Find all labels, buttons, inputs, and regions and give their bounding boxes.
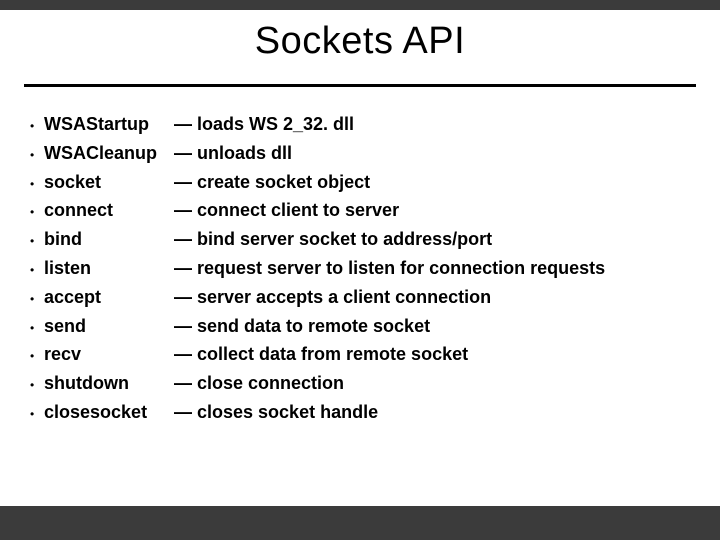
title-underline xyxy=(24,84,696,87)
list-item: •WSAStartup— loads WS 2_32. dll xyxy=(30,110,700,139)
bullet-icon: • xyxy=(30,374,44,397)
api-function-name: recv xyxy=(44,340,174,369)
api-function-name: send xyxy=(44,312,174,341)
api-function-desc: — create socket object xyxy=(174,168,700,197)
list-item: •listen— request server to listen for co… xyxy=(30,254,700,283)
api-function-desc: — close connection xyxy=(174,369,700,398)
api-function-desc: — request server to listen for connectio… xyxy=(174,254,700,283)
bullet-icon: • xyxy=(30,403,44,426)
bullet-icon: • xyxy=(30,230,44,253)
bullet-icon: • xyxy=(30,288,44,311)
bullet-icon: • xyxy=(30,317,44,340)
list-item: •recv— collect data from remote socket xyxy=(30,340,700,369)
list-item: •connect— connect client to server xyxy=(30,196,700,225)
api-function-name: bind xyxy=(44,225,174,254)
api-function-name: WSACleanup xyxy=(44,139,174,168)
content-list: •WSAStartup— loads WS 2_32. dll•WSAClean… xyxy=(30,110,700,427)
bullet-icon: • xyxy=(30,201,44,224)
api-function-desc: — closes socket handle xyxy=(174,398,700,427)
slide-title: Sockets API xyxy=(255,20,465,62)
api-function-name: accept xyxy=(44,283,174,312)
api-function-desc: — connect client to server xyxy=(174,196,700,225)
api-function-desc: — collect data from remote socket xyxy=(174,340,700,369)
list-item: •send— send data to remote socket xyxy=(30,312,700,341)
api-function-name: closesocket xyxy=(44,398,174,427)
list-item: •WSACleanup— unloads dll xyxy=(30,139,700,168)
list-item: •bind— bind server socket to address/por… xyxy=(30,225,700,254)
api-function-desc: — send data to remote socket xyxy=(174,312,700,341)
bullet-icon: • xyxy=(30,259,44,282)
bottom-bar xyxy=(0,506,720,540)
title-wrap: Sockets API xyxy=(0,20,720,63)
list-item: •shutdown— close connection xyxy=(30,369,700,398)
api-function-name: listen xyxy=(44,254,174,283)
bullet-icon: • xyxy=(30,115,44,138)
api-function-name: WSAStartup xyxy=(44,110,174,139)
bullet-icon: • xyxy=(30,345,44,368)
api-function-name: socket xyxy=(44,168,174,197)
api-function-name: shutdown xyxy=(44,369,174,398)
api-function-desc: — loads WS 2_32. dll xyxy=(174,110,700,139)
api-function-desc: — server accepts a client connection xyxy=(174,283,700,312)
api-function-desc: — unloads dll xyxy=(174,139,700,168)
list-item: •accept— server accepts a client connect… xyxy=(30,283,700,312)
slide: Sockets API •WSAStartup— loads WS 2_32. … xyxy=(0,0,720,540)
api-function-desc: — bind server socket to address/port xyxy=(174,225,700,254)
bullet-icon: • xyxy=(30,144,44,167)
top-bar xyxy=(0,0,720,10)
list-item: •closesocket— closes socket handle xyxy=(30,398,700,427)
api-function-name: connect xyxy=(44,196,174,225)
bullet-icon: • xyxy=(30,173,44,196)
list-item: •socket— create socket object xyxy=(30,168,700,197)
